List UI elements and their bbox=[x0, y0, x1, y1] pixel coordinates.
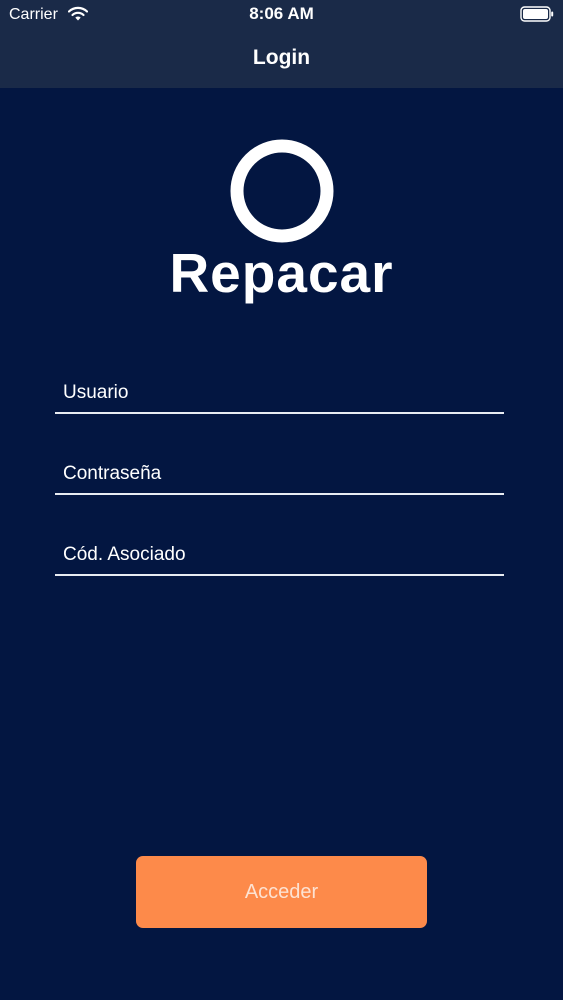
ring-logo-icon bbox=[230, 139, 334, 243]
battery-icon bbox=[520, 6, 554, 22]
brand-logo-text: Repacar bbox=[169, 242, 394, 304]
password-input[interactable] bbox=[63, 457, 493, 491]
username-input[interactable] bbox=[63, 376, 493, 410]
password-field bbox=[55, 457, 504, 495]
status-time: 8:06 AM bbox=[249, 4, 314, 23]
associate-code-input[interactable] bbox=[63, 538, 493, 572]
status-bar: Carrier 8:06 AM bbox=[0, 0, 563, 30]
page-title: Login bbox=[252, 46, 311, 69]
associate-code-field bbox=[55, 538, 504, 576]
username-field bbox=[55, 376, 504, 414]
login-button[interactable]: Acceder bbox=[136, 856, 427, 928]
